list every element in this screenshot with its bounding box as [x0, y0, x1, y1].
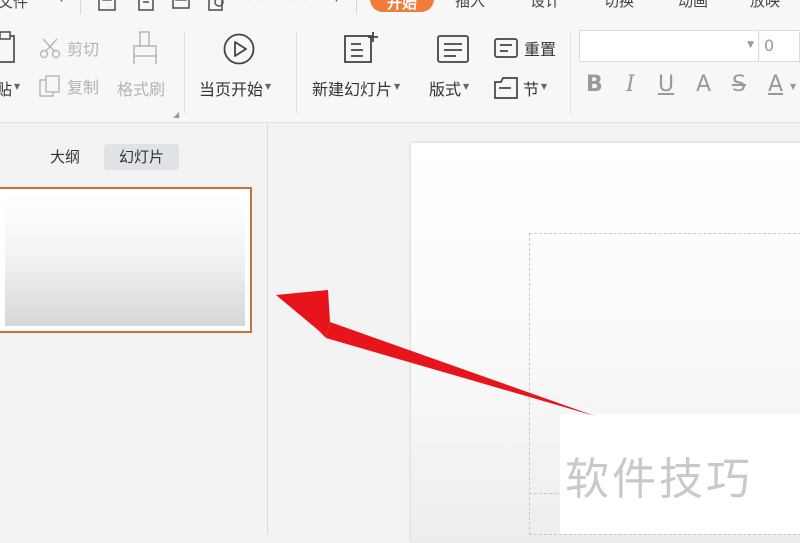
bold-button[interactable]: B	[586, 72, 603, 97]
new-slide-label: 新建幻灯片	[312, 80, 393, 99]
divider	[570, 32, 571, 114]
copy-label: 复制	[67, 78, 100, 97]
divider	[184, 32, 185, 114]
undo-icon[interactable]	[244, 0, 264, 12]
tab-transitions[interactable]: 切换	[604, 0, 634, 11]
chevron-down-icon[interactable]: ▼	[747, 40, 754, 50]
chevron-down-icon[interactable]: ▼	[333, 0, 353, 14]
new-slide-button[interactable]: 新建幻灯片 ▼	[312, 76, 400, 100]
scissors-icon	[38, 37, 62, 59]
cut-label: 剪切	[67, 40, 100, 59]
tab-animations[interactable]: 动画	[678, 0, 708, 11]
divider	[80, 0, 81, 14]
layout-label: 版式	[429, 80, 462, 99]
chevron-down-icon[interactable]: ▼	[58, 0, 65, 4]
start-from-current-button[interactable]: 当页开始 ▼	[199, 76, 271, 100]
layout-button[interactable]: 版式 ▼	[429, 76, 469, 100]
tab-outline[interactable]: 大纲	[50, 144, 80, 170]
chevron-down-icon[interactable]: ▼	[541, 82, 547, 91]
paste-label: 贴	[0, 80, 13, 99]
tab-slides[interactable]: 幻灯片	[104, 144, 180, 170]
play-icon[interactable]	[222, 32, 256, 66]
tab-insert[interactable]: 插入	[455, 0, 485, 11]
chevron-down-icon[interactable]: ▼	[265, 82, 271, 91]
section-button[interactable]: 节 ▼	[493, 76, 547, 100]
format-painter-label: 格式刷	[117, 80, 166, 99]
chevron-down-icon[interactable]: ▼	[394, 82, 400, 91]
paste-button[interactable]: 贴 ▼	[0, 76, 20, 100]
strikethrough-button[interactable]: S	[732, 72, 746, 97]
font-color-button[interactable]: A	[768, 72, 783, 97]
chevron-down-icon[interactable]: ▼	[14, 82, 20, 91]
paste-icon[interactable]	[0, 30, 18, 64]
format-painter-icon[interactable]	[130, 30, 160, 66]
section-icon	[493, 76, 519, 100]
reset-icon	[493, 37, 519, 59]
font-size-select[interactable]: 0	[760, 30, 800, 62]
layout-icon[interactable]	[436, 34, 470, 64]
new-slide-icon[interactable]	[343, 30, 379, 66]
slides-panel: 大纲 幻灯片	[0, 123, 268, 534]
chevron-down-icon[interactable]: ▼	[790, 82, 796, 91]
dialog-launcher-icon[interactable]: ◢	[173, 110, 179, 119]
watermark-text: 软件技巧	[565, 454, 753, 505]
redo-icon[interactable]	[290, 0, 310, 12]
reset-label: 重置	[524, 40, 557, 59]
copy-button[interactable]: 复制	[38, 74, 99, 98]
reset-button[interactable]: 重置	[493, 36, 556, 60]
file-menu[interactable]: 文件	[0, 0, 28, 12]
print-preview-icon[interactable]	[207, 0, 227, 12]
copy-icon	[38, 74, 62, 98]
tab-home[interactable]: 开始	[370, 0, 434, 12]
start-from-current-label: 当页开始	[199, 80, 264, 99]
font-size-value: 0	[764, 36, 775, 55]
print-icon[interactable]	[171, 0, 191, 12]
slide-thumbnail-preview	[5, 194, 245, 326]
cut-button[interactable]: 剪切	[38, 36, 99, 60]
menu-bar: 文件 ▼ ▼ 开始 插入 设计 切换 动画 放映	[0, 0, 800, 14]
tab-slideshow[interactable]: 放映	[750, 0, 780, 11]
save-icon[interactable]	[97, 0, 117, 12]
chevron-down-icon[interactable]: ▼	[463, 82, 469, 91]
format-painter-button[interactable]: 格式刷	[117, 76, 165, 100]
export-icon[interactable]	[136, 0, 156, 12]
italic-button[interactable]: I	[626, 72, 635, 97]
divider	[296, 32, 297, 114]
divider	[356, 0, 357, 14]
underline-button[interactable]: U	[658, 72, 674, 97]
ribbon-toolbar: 贴 ▼ 剪切 复制 格式刷 ◢ 当页开始 ▼ 新建幻灯片 ▼ 版式 ▼ 重置 节…	[0, 14, 800, 123]
font-name-select[interactable]: ▼	[579, 30, 759, 62]
slide-thumbnail[interactable]	[0, 187, 252, 333]
section-label: 节	[523, 80, 540, 99]
tab-design[interactable]: 设计	[530, 0, 560, 11]
text-effect-button[interactable]: A	[696, 72, 711, 97]
